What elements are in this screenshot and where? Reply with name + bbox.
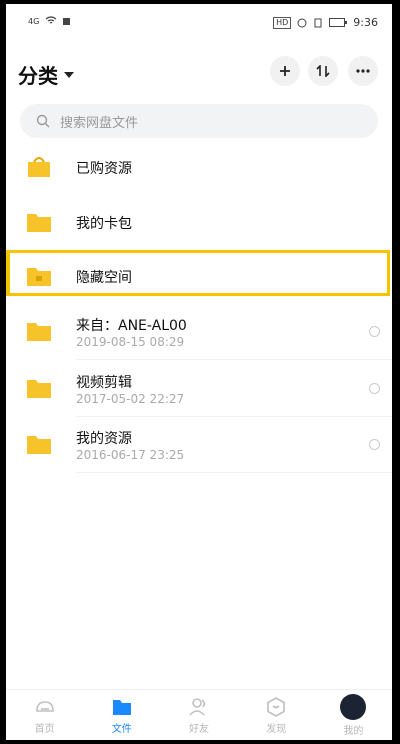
tab-me[interactable]: 我的 <box>315 690 392 740</box>
page-title: 分类 <box>18 64 58 88</box>
folder-name: 我的卡包 <box>76 216 132 232</box>
category-dropdown[interactable]: 分类 <box>18 60 74 89</box>
tab-home[interactable]: 首页 <box>6 690 83 740</box>
select-radio[interactable] <box>369 439 380 450</box>
friends-icon <box>189 697 206 716</box>
folder-row-video[interactable]: 视频剪辑 2017-05-02 22:27 <box>6 360 392 416</box>
folder-icon <box>27 323 51 341</box>
search-icon <box>36 114 50 128</box>
divider <box>76 472 392 473</box>
folder-name: 视频剪辑 <box>76 375 132 391</box>
sort-icon <box>316 65 330 77</box>
tab-discover[interactable]: 发现 <box>238 690 315 740</box>
folder-icon <box>27 214 51 232</box>
tab-files[interactable]: 文件 <box>83 690 160 740</box>
home-icon <box>35 700 54 712</box>
folder-date: 2019-08-15 08:29 <box>76 335 185 349</box>
app-screen: 4G HD 9:36 分类 搜索网盘文件 已购资源 我的卡包 隐藏空间 来自：A… <box>6 4 392 740</box>
folder-row-purchased[interactable]: 已购资源 <box>6 140 392 196</box>
search-placeholder: 搜索网盘文件 <box>60 115 139 131</box>
plus-icon <box>280 66 290 76</box>
notification-icon <box>63 17 71 25</box>
vibrate-icon <box>314 18 322 27</box>
status-right: HD 9:36 <box>273 16 378 29</box>
hidden-space-highlight <box>6 250 390 296</box>
folder-date: 2016-06-17 23:25 <box>76 448 185 462</box>
tab-friends[interactable]: 好友 <box>160 690 237 740</box>
tab-label: 文件 <box>111 723 132 735</box>
status-time: 9:36 <box>353 16 378 29</box>
tab-label: 发现 <box>266 723 287 735</box>
status-left: 4G <box>28 16 71 26</box>
more-icon <box>356 69 370 73</box>
folder-name: 我的资源 <box>76 431 132 447</box>
hd-badge: HD <box>273 16 292 29</box>
folder-name: 来自：ANE-AL00 <box>76 318 187 334</box>
tab-label: 好友 <box>189 723 209 735</box>
search-bar[interactable]: 搜索网盘文件 <box>20 104 378 138</box>
status-bar: 4G HD 9:36 <box>6 4 392 38</box>
folder-icon <box>27 380 51 398</box>
alarm-icon <box>297 18 307 27</box>
folder-row-cardpack[interactable]: 我的卡包 <box>6 194 392 250</box>
tab-label: 我的 <box>343 725 364 737</box>
wifi-icon <box>45 16 57 24</box>
battery-icon <box>329 18 348 27</box>
select-radio[interactable] <box>369 326 380 337</box>
tab-label: 首页 <box>34 723 55 735</box>
header: 分类 <box>6 54 392 94</box>
discover-icon <box>267 696 286 717</box>
sort-button[interactable] <box>308 56 338 86</box>
folder-name: 已购资源 <box>76 161 132 177</box>
select-radio[interactable] <box>369 383 380 394</box>
chevron-down-icon <box>64 71 74 78</box>
bottom-tab-bar: 首页 文件 好友 发现 我的 <box>6 689 392 740</box>
add-button[interactable] <box>270 56 300 86</box>
avatar <box>340 693 367 720</box>
folder-row-ane[interactable]: 来自：ANE-AL00 2019-08-15 08:29 <box>6 303 392 359</box>
purchased-folder-icon <box>28 157 50 177</box>
folder-icon <box>112 699 131 715</box>
more-button[interactable] <box>348 56 378 86</box>
folder-row-resources[interactable]: 我的资源 2016-06-17 23:25 <box>6 416 392 472</box>
folder-icon <box>27 436 51 454</box>
signal-indicator: 4G <box>28 16 40 26</box>
folder-date: 2017-05-02 22:27 <box>76 392 185 406</box>
